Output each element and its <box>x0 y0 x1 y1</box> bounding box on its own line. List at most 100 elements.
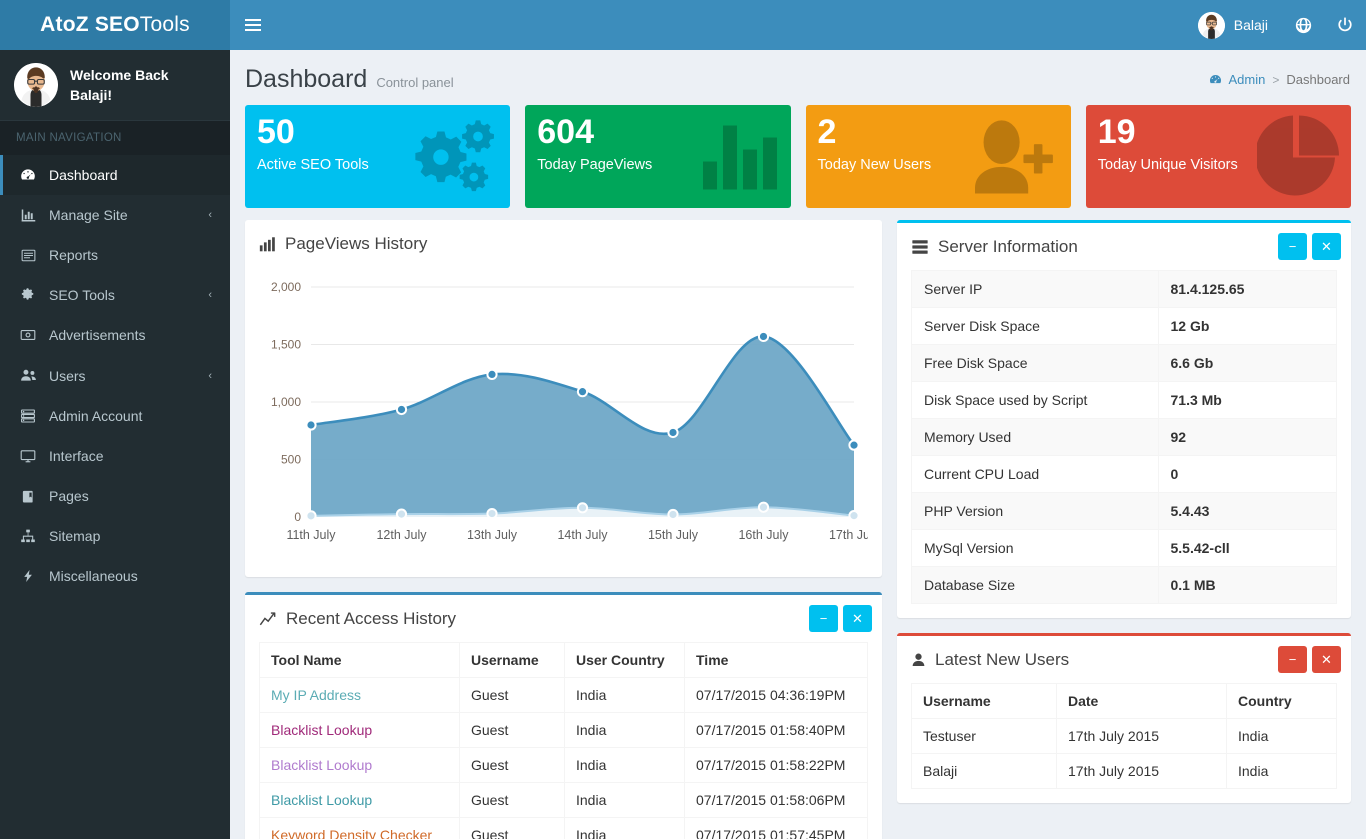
sidebar-item-label: Advertisements <box>49 327 200 343</box>
table-row: Blacklist LookupGuestIndia07/17/2015 01:… <box>260 713 868 748</box>
left-column: PageViews History 05001,0001,5002,00011t… <box>245 220 882 839</box>
chart-data-point <box>306 511 315 520</box>
close-button[interactable]: ✕ <box>843 605 872 632</box>
panel-tools: − ✕ <box>1278 233 1341 260</box>
stat-box-value: 50 <box>257 115 498 151</box>
breadcrumb-current: Dashboard <box>1286 72 1350 87</box>
logo-bar[interactable]: AtoZ SEOTools <box>0 0 230 50</box>
x-axis-tick-label: 15th July <box>648 528 699 542</box>
cell-tool-name: My IP Address <box>260 678 460 713</box>
power-icon[interactable] <box>1324 0 1366 50</box>
table-row: Database Size0.1 MB <box>912 567 1337 604</box>
user-menu[interactable]: Balaji <box>1184 0 1282 50</box>
sidebar-item-dashboard[interactable]: Dashboard <box>0 155 230 195</box>
money-icon <box>19 327 37 343</box>
cell-user-country: India <box>565 783 685 818</box>
chart-data-point <box>578 387 587 396</box>
panel-title-text: Server Information <box>938 237 1078 257</box>
stat-box-today-new-users[interactable]: 2 Today New Users <box>806 105 1071 208</box>
sidebar-item-users[interactable]: Users ‹ <box>0 355 230 396</box>
cell-key: Database Size <box>912 567 1159 604</box>
content-wrapper: Dashboard Control panel Admin > Dashboar… <box>230 50 1366 839</box>
stat-box-inner: 604 Today PageViews <box>525 105 790 183</box>
column-header-time: Time <box>685 643 868 678</box>
sidebar-item-pages[interactable]: Pages <box>0 476 230 516</box>
minimize-button[interactable]: − <box>809 605 838 632</box>
sidebar-item-admin-account[interactable]: Admin Account <box>0 396 230 436</box>
panel-title: Server Information <box>911 237 1078 257</box>
breadcrumb-home[interactable]: Admin <box>1229 72 1266 87</box>
globe-icon[interactable] <box>1282 0 1324 50</box>
sidebar-user-panel: Welcome Back Balaji! <box>0 50 230 121</box>
tool-name-link[interactable]: Blacklist Lookup <box>271 722 372 738</box>
cell-tool-name: Blacklist Lookup <box>260 748 460 783</box>
stat-box-today-pageviews[interactable]: 604 Today PageViews <box>525 105 790 208</box>
dashboard-row: PageViews History 05001,0001,5002,00011t… <box>245 220 1351 839</box>
stat-box-today-unique-visitors[interactable]: 19 Today Unique Visitors <box>1086 105 1351 208</box>
sidebar-item-label: SEO Tools <box>49 287 196 303</box>
close-button[interactable]: ✕ <box>1312 646 1341 673</box>
close-button[interactable]: ✕ <box>1312 233 1341 260</box>
tool-name-link[interactable]: Keyword Density Checker <box>271 827 432 839</box>
sidebar-toggle-icon[interactable] <box>230 0 276 50</box>
minimize-button[interactable]: − <box>1278 646 1307 673</box>
cell-country: India <box>1227 754 1337 789</box>
sidebar-item-manage-site[interactable]: Manage Site ‹ <box>0 195 230 235</box>
panel-title: PageViews History <box>259 234 427 254</box>
cell-user-country: India <box>565 713 685 748</box>
sidebar-avatar <box>14 63 58 107</box>
cell-username: Guest <box>460 713 565 748</box>
sidebar-item-label: Reports <box>49 247 200 263</box>
table-row: Current CPU Load0 <box>912 456 1337 493</box>
stat-box-label: Today Unique Visitors <box>1098 157 1339 173</box>
table-row: Server Disk Space12 Gb <box>912 308 1337 345</box>
desktop-icon <box>19 448 37 464</box>
stat-box-active-seo-tools[interactable]: 50 Active SEO Tools <box>245 105 510 208</box>
y-axis-tick-label: 500 <box>281 453 301 467</box>
tool-name-link[interactable]: Blacklist Lookup <box>271 757 372 773</box>
cell-date: 17th July 2015 <box>1057 719 1227 754</box>
stat-box-value: 604 <box>537 115 778 151</box>
chevron-left-icon: ‹ <box>208 370 212 382</box>
latest-new-users-panel: Latest New Users − ✕ Usern <box>897 633 1351 803</box>
page-subtitle: Control panel <box>376 75 453 90</box>
server-icon <box>911 238 929 256</box>
bar-chart-icon <box>259 236 276 253</box>
table-row: Keyword Density CheckerGuestIndia07/17/2… <box>260 818 868 839</box>
breadcrumb: Admin > Dashboard <box>1209 72 1350 87</box>
sidebar-item-sitemap[interactable]: Sitemap <box>0 516 230 556</box>
sidebar-item-seo-tools[interactable]: SEO Tools ‹ <box>0 275 230 315</box>
cell-date: 17th July 2015 <box>1057 754 1227 789</box>
cell-value: 0 <box>1158 456 1337 493</box>
sidebar-item-miscellaneous[interactable]: Miscellaneous <box>0 556 230 596</box>
sidebar-item-interface[interactable]: Interface <box>0 436 230 476</box>
page-title: Dashboard <box>245 65 367 94</box>
tool-name-link[interactable]: Blacklist Lookup <box>271 792 372 808</box>
server-icon <box>19 408 37 424</box>
table-body: Testuser17th July 2015IndiaBalaji17th Ju… <box>912 719 1337 789</box>
tool-name-link[interactable]: My IP Address <box>271 687 361 703</box>
dashboard-icon <box>1209 73 1222 86</box>
panel-title-text: Latest New Users <box>935 650 1069 670</box>
pageviews-chart[interactable]: 05001,0001,5002,00011th July12th July13t… <box>259 265 868 565</box>
pageviews-chart-svg: 05001,0001,5002,00011th July12th July13t… <box>259 265 868 565</box>
table-head: Tool Name Username User Country Time <box>260 643 868 678</box>
cell-tool-name: Blacklist Lookup <box>260 713 460 748</box>
panel-title: Recent Access History <box>259 609 456 629</box>
welcome-line-2: Balaji! <box>70 87 112 103</box>
minimize-button[interactable]: − <box>1278 233 1307 260</box>
sidebar-item-advertisements[interactable]: Advertisements <box>0 315 230 355</box>
y-axis-tick-label: 1,000 <box>271 395 301 409</box>
cell-user-country: India <box>565 818 685 839</box>
cell-key: PHP Version <box>912 493 1159 530</box>
column-header-date: Date <box>1057 684 1227 719</box>
chart-data-point <box>487 509 496 518</box>
table-body: Server IP81.4.125.65Server Disk Space12 … <box>912 271 1337 604</box>
right-column: Server Information − ✕ Server IP81.4.125… <box>897 220 1351 818</box>
sidebar-item-reports[interactable]: Reports <box>0 235 230 275</box>
sidebar-item-label: Sitemap <box>49 528 200 544</box>
user-icon <box>911 652 926 668</box>
table-row: Blacklist LookupGuestIndia07/17/2015 01:… <box>260 748 868 783</box>
y-axis-tick-label: 2,000 <box>271 280 301 294</box>
x-axis-tick-label: 16th July <box>738 528 789 542</box>
